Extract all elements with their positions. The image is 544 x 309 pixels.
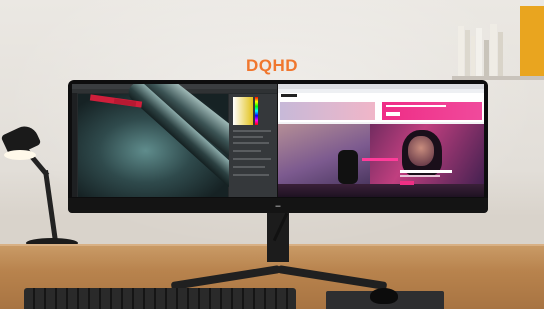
- hero-promo-text: [386, 105, 446, 107]
- panel-row: [233, 142, 269, 144]
- monitor-screen: [72, 84, 484, 197]
- product-photo-scene: DQHD ▬: [0, 0, 544, 309]
- monitor-logo: ▬: [275, 203, 281, 209]
- gaming-chair: [338, 150, 358, 184]
- photo-editor-window: [72, 84, 277, 197]
- panel-row: [233, 174, 269, 176]
- banner-headline-text: [400, 170, 452, 173]
- panel-row: [233, 166, 265, 168]
- gamer-face: [408, 136, 434, 166]
- banner-subtext: [400, 175, 440, 177]
- site-nav-bar: [278, 93, 484, 100]
- editor-tools-panel: [72, 93, 77, 197]
- banner-desk: [278, 184, 484, 197]
- site-logo: [281, 94, 297, 97]
- color-picker: [233, 97, 253, 125]
- lamp-bulb-glow: [4, 150, 36, 160]
- panel-row: [233, 158, 271, 160]
- panel-row: [233, 150, 261, 152]
- mouse: [370, 288, 398, 304]
- web-browser-window: [278, 84, 484, 197]
- hero-image: [280, 102, 375, 120]
- keyboard: [24, 288, 296, 309]
- neon-light-bar: [362, 158, 398, 161]
- hero-promo-button: [386, 112, 400, 116]
- monitor-stand-neck: [267, 212, 289, 262]
- headline-caption: DQHD: [245, 56, 299, 75]
- panel-row: [233, 130, 271, 132]
- panel-row: [233, 136, 263, 138]
- banner-cta-button: [400, 181, 414, 185]
- hue-slider: [255, 97, 258, 125]
